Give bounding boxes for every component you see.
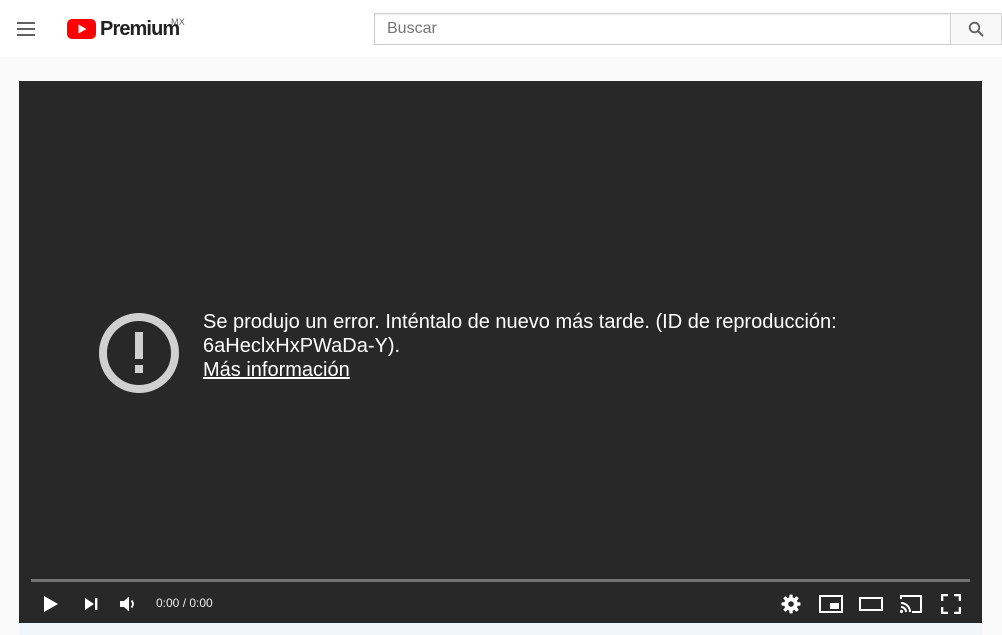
- time-display: 0:00 / 0:00: [156, 596, 213, 610]
- search-icon: [968, 21, 984, 37]
- fullscreen-button[interactable]: [935, 588, 967, 620]
- miniplayer-button[interactable]: [815, 588, 847, 620]
- below-player-content: [19, 623, 982, 635]
- player-controls: 0:00 / 0:00: [19, 584, 982, 623]
- masthead: Premium MX: [0, 0, 1002, 57]
- player-error: Se produjo un error. Inténtalo de nuevo …: [98, 310, 958, 400]
- next-icon: [85, 598, 98, 610]
- progress-bar[interactable]: [31, 579, 970, 582]
- search-button[interactable]: [950, 13, 1002, 45]
- play-button[interactable]: [35, 588, 67, 620]
- logo-text: Premium: [100, 18, 180, 40]
- search-input[interactable]: [374, 13, 950, 45]
- learn-more-link[interactable]: Más información: [203, 358, 350, 382]
- miniplayer-icon: [819, 595, 843, 613]
- cast-button[interactable]: [895, 588, 927, 620]
- video-player[interactable]: Se produjo un error. Inténtalo de nuevo …: [19, 81, 982, 623]
- theater-mode-icon: [859, 597, 883, 611]
- next-button[interactable]: [75, 588, 107, 620]
- menu-button[interactable]: [10, 12, 44, 46]
- youtube-logo-icon: [67, 19, 96, 39]
- volume-icon: [120, 596, 134, 612]
- youtube-premium-logo[interactable]: Premium: [67, 17, 180, 41]
- search-bar: [374, 13, 1002, 45]
- settings-button[interactable]: [775, 588, 807, 620]
- cast-icon: [899, 595, 922, 614]
- logo-region-code: MX: [171, 17, 186, 27]
- menu-icon: [17, 22, 35, 36]
- error-exclamation-icon: [99, 313, 179, 393]
- error-message-block: Se produjo un error. Inténtalo de nuevo …: [203, 310, 953, 382]
- error-message: Se produjo un error. Inténtalo de nuevo …: [203, 311, 837, 357]
- theater-mode-button[interactable]: [855, 588, 887, 620]
- gear-icon: [781, 594, 801, 614]
- volume-button[interactable]: [112, 588, 144, 620]
- fullscreen-icon: [941, 594, 961, 614]
- play-icon: [44, 596, 58, 612]
